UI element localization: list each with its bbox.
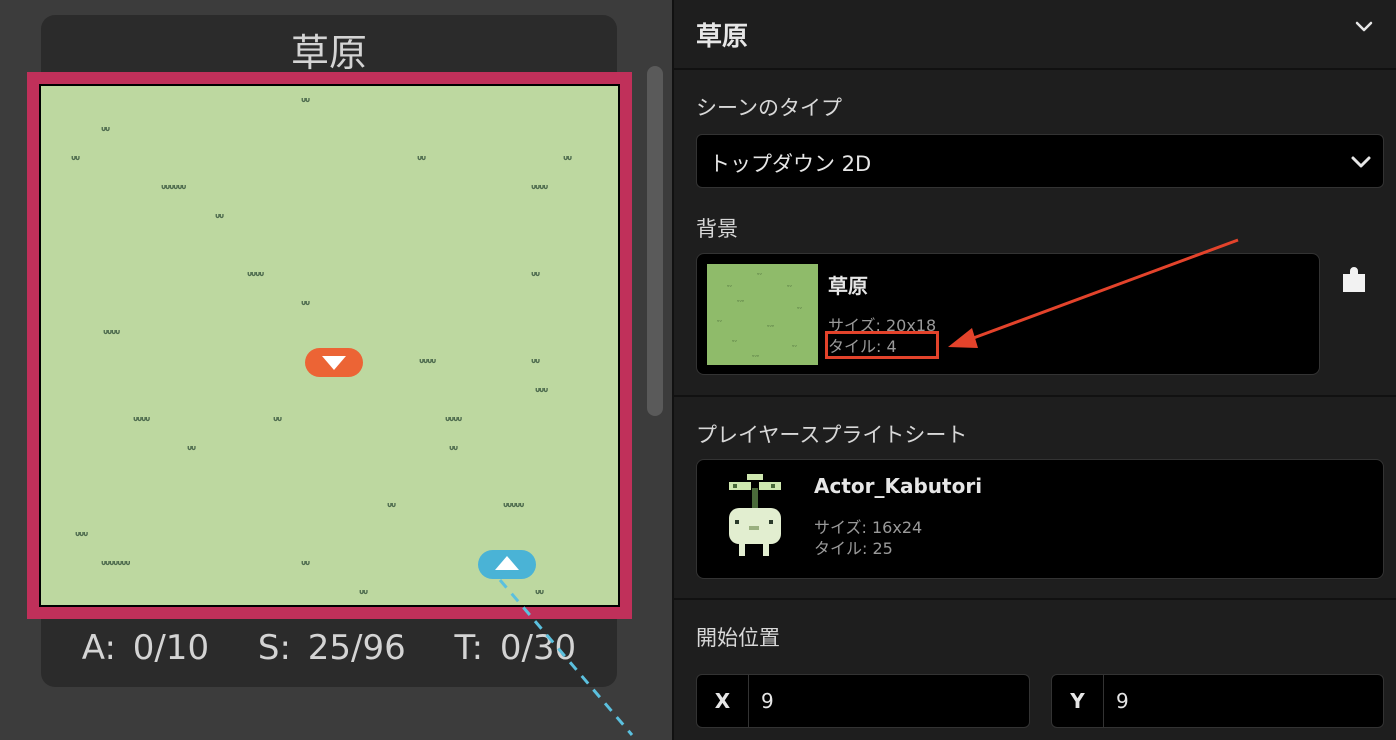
arrow-annotation-icon xyxy=(948,238,1239,348)
app-root: 草原 ᐡᐡ ᐡᐡ ᐡᐡ ᐡᐡ ᐡᐡ ᐡᐡᐡᐡᐡᐡ ᐡᐡᐡᐡ ᐡᐡ ᐡᐡᐡᐡ ᐡᐡ… xyxy=(0,0,1396,740)
